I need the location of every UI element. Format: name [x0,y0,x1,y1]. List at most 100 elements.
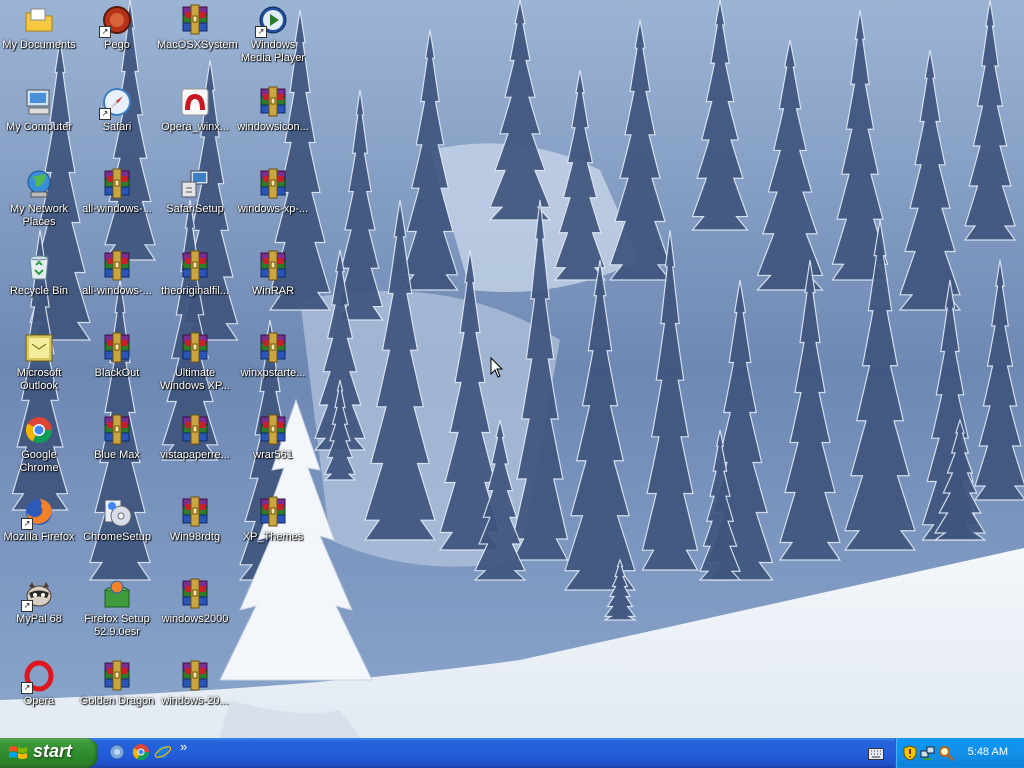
firefox-icon: ↗ [21,496,55,530]
winrar-archive-icon [257,332,289,364]
chrome-icon[interactable] [132,743,150,761]
icon-label: ChromeSetup [83,531,151,543]
shortcut-arrow-icon: ↗ [99,108,111,120]
desktop-icon-my-documents[interactable]: My Documents [0,2,78,52]
desktop-icon-blue-max[interactable]: Blue Max [78,412,156,462]
shortcut-arrow-icon: ↗ [21,600,33,612]
clock[interactable]: 5:48 AM [968,746,1008,758]
icon-label: windowsicon... [237,121,309,133]
keyboard-icon[interactable] [868,747,884,760]
search-icon[interactable] [938,745,954,761]
opera-installer-icon [179,86,211,118]
ie-e-icon[interactable] [154,743,172,761]
icon-label: Opera_winx... [161,121,229,133]
desktop-icon-xp-themes[interactable]: XP_Themes [234,494,312,544]
icon-label: Safari [102,121,132,133]
icon-label: windows-xp-... [237,203,309,215]
desktop-icon-vistapaperre[interactable]: vistapaperre... [156,412,234,462]
desktop-icon-pego[interactable]: ↗ Pego [78,2,156,52]
desktop-icon-safarisetup[interactable]: SafariSetup [156,166,234,216]
desktop-icon-windows-xp[interactable]: windows-xp-... [234,166,312,216]
desktop[interactable]: My Documents My Computer My Network Plac… [0,0,1024,738]
desktop-icon-mozilla-firefox[interactable]: ↗ Mozilla Firefox [0,494,78,544]
system-tray: 5:48 AM [895,738,1024,768]
desktop-icon-all-windows-1[interactable]: all-windows-... [78,166,156,216]
desktop-icon-wrar561[interactable]: wrar561 [234,412,312,462]
internet-explorer-icon[interactable] [108,743,126,761]
start-label: start [33,741,73,761]
folder-documents-icon [23,4,55,36]
icon-label: all-windows-... [82,203,152,215]
winrar-archive-icon [257,168,289,200]
winrar-archive-icon [101,660,133,692]
winrar-archive-icon [179,250,211,282]
winrar-archive-icon [179,414,211,446]
icon-label: Win98rdtg [169,531,221,543]
desktop-icon-winxpstarte[interactable]: winxpstarte... [234,330,312,380]
icon-label: SafariSetup [166,203,224,215]
desktop-icon-ultimate-windows-xp[interactable]: Ultimate Windows XP... [156,330,234,393]
shortcut-arrow-icon: ↗ [99,26,111,38]
winrar-archive-icon [179,578,211,610]
raccoon-icon: ↗ [21,578,55,612]
pego-icon: ↗ [99,4,133,38]
desktop-icon-theoriginalfil[interactable]: theoriginalfil... [156,248,234,298]
desktop-icon-golden-dragon[interactable]: Golden Dragon [78,658,156,708]
icon-label: WinRAR [251,285,295,297]
desktop-icon-recycle-bin[interactable]: Recycle Bin [0,248,78,298]
icon-label: Recycle Bin [9,285,69,297]
icon-label: Windows Media Player [240,39,306,64]
network-icon[interactable] [920,745,936,761]
icon-label: BlackOut [94,367,140,379]
icon-label: Mozilla Firefox [3,531,75,543]
icon-label: MyPal 68 [16,613,62,625]
winrar-archive-icon [179,332,211,364]
icon-label: My Computer [5,121,73,133]
desktop-icon-win98rdtg[interactable]: Win98rdtg [156,494,234,544]
desktop-icon-windowsicon[interactable]: windowsicon... [234,84,312,134]
icon-label: My Network Places [9,203,69,228]
icon-label: XP_Themes [242,531,304,543]
recycle-bin-icon [23,250,55,282]
desktop-icon-windows-media-player[interactable]: ↗ Windows Media Player [234,2,312,65]
media-player-icon: ↗ [255,4,289,38]
desktop-icon-google-chrome[interactable]: Google Chrome [0,412,78,475]
setup-computer-icon [179,168,211,200]
icon-label: Golden Dragon [79,695,155,707]
icon-label: Ultimate Windows XP... [159,367,231,392]
desktop-icon-mypal-68[interactable]: ↗ MyPal 68 [0,576,78,626]
desktop-icon-my-computer[interactable]: My Computer [0,84,78,134]
chrome-icon [23,414,55,446]
desktop-icon-safari[interactable]: ↗ Safari [78,84,156,134]
safari-compass-icon: ↗ [99,86,133,120]
desktop-icon-blackout[interactable]: BlackOut [78,330,156,380]
icon-label: MacOSXSystem [157,39,238,51]
desktop-icon-windows-20[interactable]: windows-20... [156,658,234,708]
winrar-archive-icon [257,496,289,528]
desktop-icon-opera[interactable]: ↗ Opera [0,658,78,708]
icon-label: Pego [104,39,130,51]
taskbar: start » 5:48 AM [0,738,1024,768]
desktop-icon-winrar[interactable]: WinRAR [234,248,312,298]
winrar-archive-icon [101,332,133,364]
desktop-icon-firefox-setup[interactable]: Firefox Setup 52.9.0esr [78,576,156,639]
desktop-icon-microsoft-outlook[interactable]: Microsoft Outlook [0,330,78,393]
quick-launch-chevron[interactable]: » [180,739,187,754]
icon-label: winxpstarte... [240,367,306,379]
desktop-icon-macosxsystem[interactable]: MacOSXSystem [156,2,238,52]
computer-icon [23,86,55,118]
icon-label: Google Chrome [19,449,59,474]
installer-box-icon [101,578,133,610]
start-button[interactable]: start [0,738,98,768]
desktop-icon-windows2000[interactable]: windows2000 [156,576,234,626]
desktop-icon-opera-winx[interactable]: Opera_winx... [156,84,234,134]
winrar-archive-icon [257,250,289,282]
opera-icon: ↗ [21,660,55,694]
winrar-archive-icon [101,414,133,446]
security-shield-icon[interactable] [902,745,918,761]
desktop-icon-chromesetup[interactable]: ChromeSetup [78,494,156,544]
desktop-icon-my-network-places[interactable]: My Network Places [0,166,78,229]
desktop-icon-all-windows-2[interactable]: all-windows-... [78,248,156,298]
icon-label: all-windows-... [82,285,152,297]
setup-disc-icon [101,496,133,528]
